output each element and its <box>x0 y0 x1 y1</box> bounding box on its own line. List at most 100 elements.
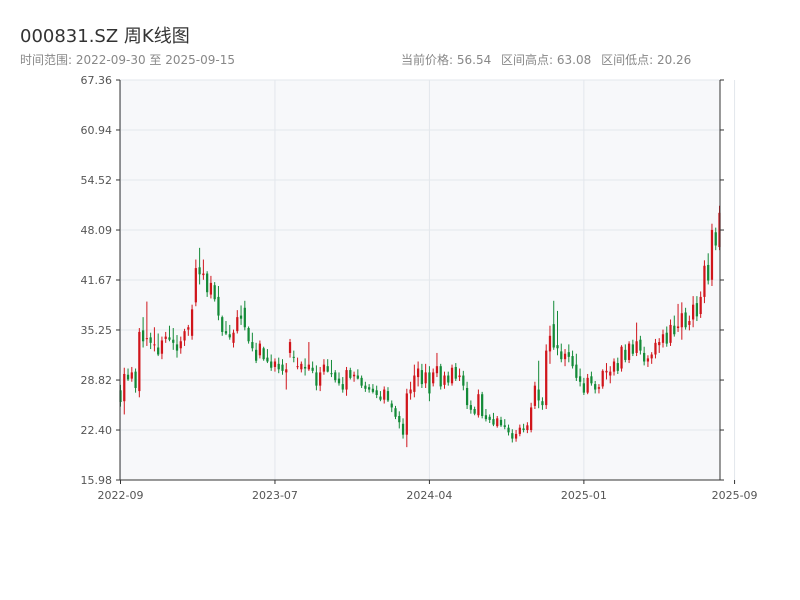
candle-body <box>594 384 597 390</box>
candle-body <box>582 383 586 393</box>
candle-body <box>458 375 461 378</box>
y-tick-label: 54.52 <box>81 174 113 187</box>
candle-body <box>450 367 454 384</box>
candle-body <box>334 372 337 381</box>
candle <box>439 363 442 390</box>
candle-body <box>149 337 152 343</box>
candle-body <box>375 390 378 395</box>
candle-body <box>420 370 424 385</box>
candle-body <box>239 315 243 319</box>
candle-body <box>676 326 680 329</box>
candle-body <box>571 356 574 367</box>
candle <box>620 345 623 372</box>
x-tick-label: 2025-01 <box>561 489 607 502</box>
candle-body <box>484 415 488 420</box>
candle-body <box>563 353 567 360</box>
candle-body <box>247 328 250 342</box>
candle-body <box>394 408 397 417</box>
candle-body <box>692 304 695 320</box>
candle-body <box>627 343 631 360</box>
candle-body <box>209 282 213 295</box>
candle-body <box>688 321 691 325</box>
candle-body <box>281 364 284 371</box>
candle-body <box>243 307 246 328</box>
candle-body <box>424 372 427 384</box>
candle <box>601 369 604 389</box>
candle-body <box>164 336 167 339</box>
candle-body <box>428 372 431 394</box>
x-tick-label: 2024-04 <box>406 489 452 502</box>
candle-body <box>349 370 352 378</box>
candle-body <box>179 341 182 349</box>
candle-body <box>650 354 653 359</box>
candle-body <box>447 375 450 383</box>
candle-body <box>578 376 582 382</box>
candle-body <box>605 370 608 373</box>
candle-body <box>669 324 672 343</box>
candle-body <box>443 375 446 385</box>
candle <box>481 391 484 419</box>
candle-body <box>187 327 190 330</box>
candle-body <box>228 334 231 338</box>
candle-body <box>172 339 175 343</box>
candle-body <box>643 352 646 362</box>
y-axis-labels: 15.98 22.40 28.82 35.25 41.67 48.09 54.52 60.94… <box>81 74 113 487</box>
candle-body <box>273 361 277 367</box>
candle-body <box>620 346 623 369</box>
candle-body <box>703 265 706 297</box>
candle-body <box>319 372 322 386</box>
candle-body <box>635 341 638 353</box>
candle-body <box>530 407 533 431</box>
candle <box>247 326 250 344</box>
candle-body <box>175 344 179 351</box>
candle-body <box>303 366 307 369</box>
candle <box>262 346 265 361</box>
candle-body <box>477 394 480 416</box>
candle-body <box>134 371 137 388</box>
candle-body <box>206 273 209 293</box>
candle-body <box>714 232 717 246</box>
candle-body <box>307 364 310 370</box>
candle-body <box>511 433 514 439</box>
candle-body <box>639 339 642 351</box>
candle-body <box>368 387 371 390</box>
candle-body <box>251 342 254 349</box>
candle-body <box>548 335 552 352</box>
candle <box>703 260 706 304</box>
candle-body <box>254 349 258 361</box>
candle-body <box>141 330 145 342</box>
candle-body <box>217 296 220 316</box>
candle-body <box>673 325 676 335</box>
y-tick-label: 60.94 <box>81 124 113 137</box>
candle-body <box>646 358 650 362</box>
candle-body <box>522 428 525 431</box>
candle-body <box>556 345 559 349</box>
candle <box>190 304 194 340</box>
candle-body <box>465 387 469 406</box>
candle-body <box>537 389 540 401</box>
candle-body <box>183 331 186 341</box>
candle-body <box>352 374 356 377</box>
candle-body <box>262 348 265 360</box>
candle-body <box>390 403 393 408</box>
candle-body <box>157 347 160 355</box>
candle-body <box>405 393 408 435</box>
candle-body <box>654 342 657 355</box>
candle-body <box>473 408 476 414</box>
candle-body <box>153 344 156 346</box>
candle-body <box>296 366 299 368</box>
candle-body <box>213 285 216 300</box>
candle-body <box>345 370 348 390</box>
candle <box>138 328 141 398</box>
candle-body <box>462 375 465 386</box>
candle-body <box>202 273 205 276</box>
candle-body <box>379 396 382 400</box>
candle-body <box>168 337 171 340</box>
candle-body <box>454 366 457 379</box>
candle-body <box>409 389 412 394</box>
candle-body <box>496 418 499 427</box>
candle-body <box>439 366 442 387</box>
candle-body <box>526 425 529 431</box>
candle-body <box>488 416 491 420</box>
candlestick-chart: 15.98 22.40 28.82 35.25 41.67 48.09 54.52 60.94… <box>81 74 758 502</box>
